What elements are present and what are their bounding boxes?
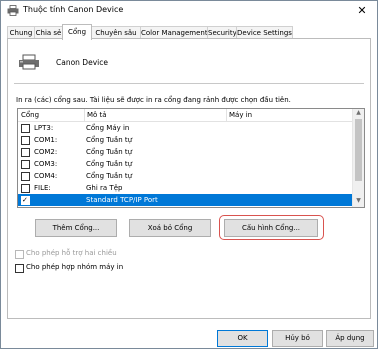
printer-icon xyxy=(19,54,39,70)
add-port-button[interactable]: Thêm Cổng... xyxy=(35,219,117,237)
window-title: Thuộc tính Canon Device xyxy=(23,5,124,14)
device-name: Canon Device xyxy=(56,58,108,67)
port-row[interactable]: COM3: Cổng Tuần tự xyxy=(18,158,352,170)
configure-port-button[interactable]: Cấu hình Cổng... xyxy=(224,219,318,237)
properties-window: Thuộc tính Canon Device ✕ Chung Chia sẻ … xyxy=(0,0,378,349)
bidirectional-checkbox[interactable] xyxy=(15,250,24,259)
pooling-checkbox[interactable] xyxy=(15,264,24,273)
port-row[interactable]: COM4: Cổng Tuần tự xyxy=(18,170,352,182)
port-checkbox[interactable] xyxy=(21,172,30,181)
ok-button[interactable]: OK xyxy=(217,330,268,347)
port-row-selected[interactable]: ✓ Standard TCP/IP Port xyxy=(18,194,352,206)
port-row[interactable]: COM2: Cổng Tuần tự xyxy=(18,146,352,158)
port-checkbox[interactable] xyxy=(21,136,30,145)
column-header-description[interactable]: Mô tả xyxy=(85,109,227,121)
tab-strip: Chung Chia sẻ Cổng Chuyên sâu Color Mana… xyxy=(7,24,371,40)
checkmark-icon: ✓ xyxy=(22,196,28,204)
port-row[interactable]: LPT3: Cổng Máy in xyxy=(18,122,352,134)
divider xyxy=(14,83,364,84)
scroll-up-icon[interactable]: ▲ xyxy=(355,109,362,116)
port-row[interactable]: FILE: Ghi ra Tệp xyxy=(18,182,352,194)
port-row[interactable]: COM1: Cổng Tuần tự xyxy=(18,134,352,146)
close-icon: ✕ xyxy=(357,4,367,17)
tab-ports[interactable]: Cổng xyxy=(62,24,92,40)
port-checkbox[interactable] xyxy=(21,184,30,193)
column-header-port[interactable]: Cổng xyxy=(18,109,85,121)
port-checkbox[interactable] xyxy=(21,160,30,169)
port-checkbox[interactable] xyxy=(21,124,30,133)
delete-port-button[interactable]: Xoá bỏ Cổng xyxy=(129,219,211,237)
port-list[interactable]: Cổng Mô tả Máy in LPT3: Cổng Máy in COM1… xyxy=(17,108,365,208)
port-checkbox[interactable]: ✓ xyxy=(21,196,30,205)
port-checkbox[interactable] xyxy=(21,148,30,157)
close-button[interactable]: ✕ xyxy=(347,1,377,21)
vertical-scrollbar[interactable]: ▲ ▼ xyxy=(352,109,364,207)
column-header-printer[interactable]: Máy in xyxy=(227,109,351,121)
printer-icon xyxy=(7,5,19,16)
port-instruction: In ra (các) cổng sau. Tài liệu sẽ được i… xyxy=(16,96,291,104)
title-bar: Thuộc tính Canon Device ✕ xyxy=(1,1,377,21)
scroll-down-icon[interactable]: ▼ xyxy=(355,197,362,204)
port-list-header: Cổng Mô tả Máy in xyxy=(18,109,352,122)
ports-panel: Canon Device In ra (các) cổng sau. Tài l… xyxy=(7,38,371,319)
cancel-button[interactable]: Hủy bỏ xyxy=(272,330,323,347)
apply-button[interactable]: Áp dụng xyxy=(326,330,374,347)
scroll-thumb[interactable] xyxy=(355,119,362,181)
